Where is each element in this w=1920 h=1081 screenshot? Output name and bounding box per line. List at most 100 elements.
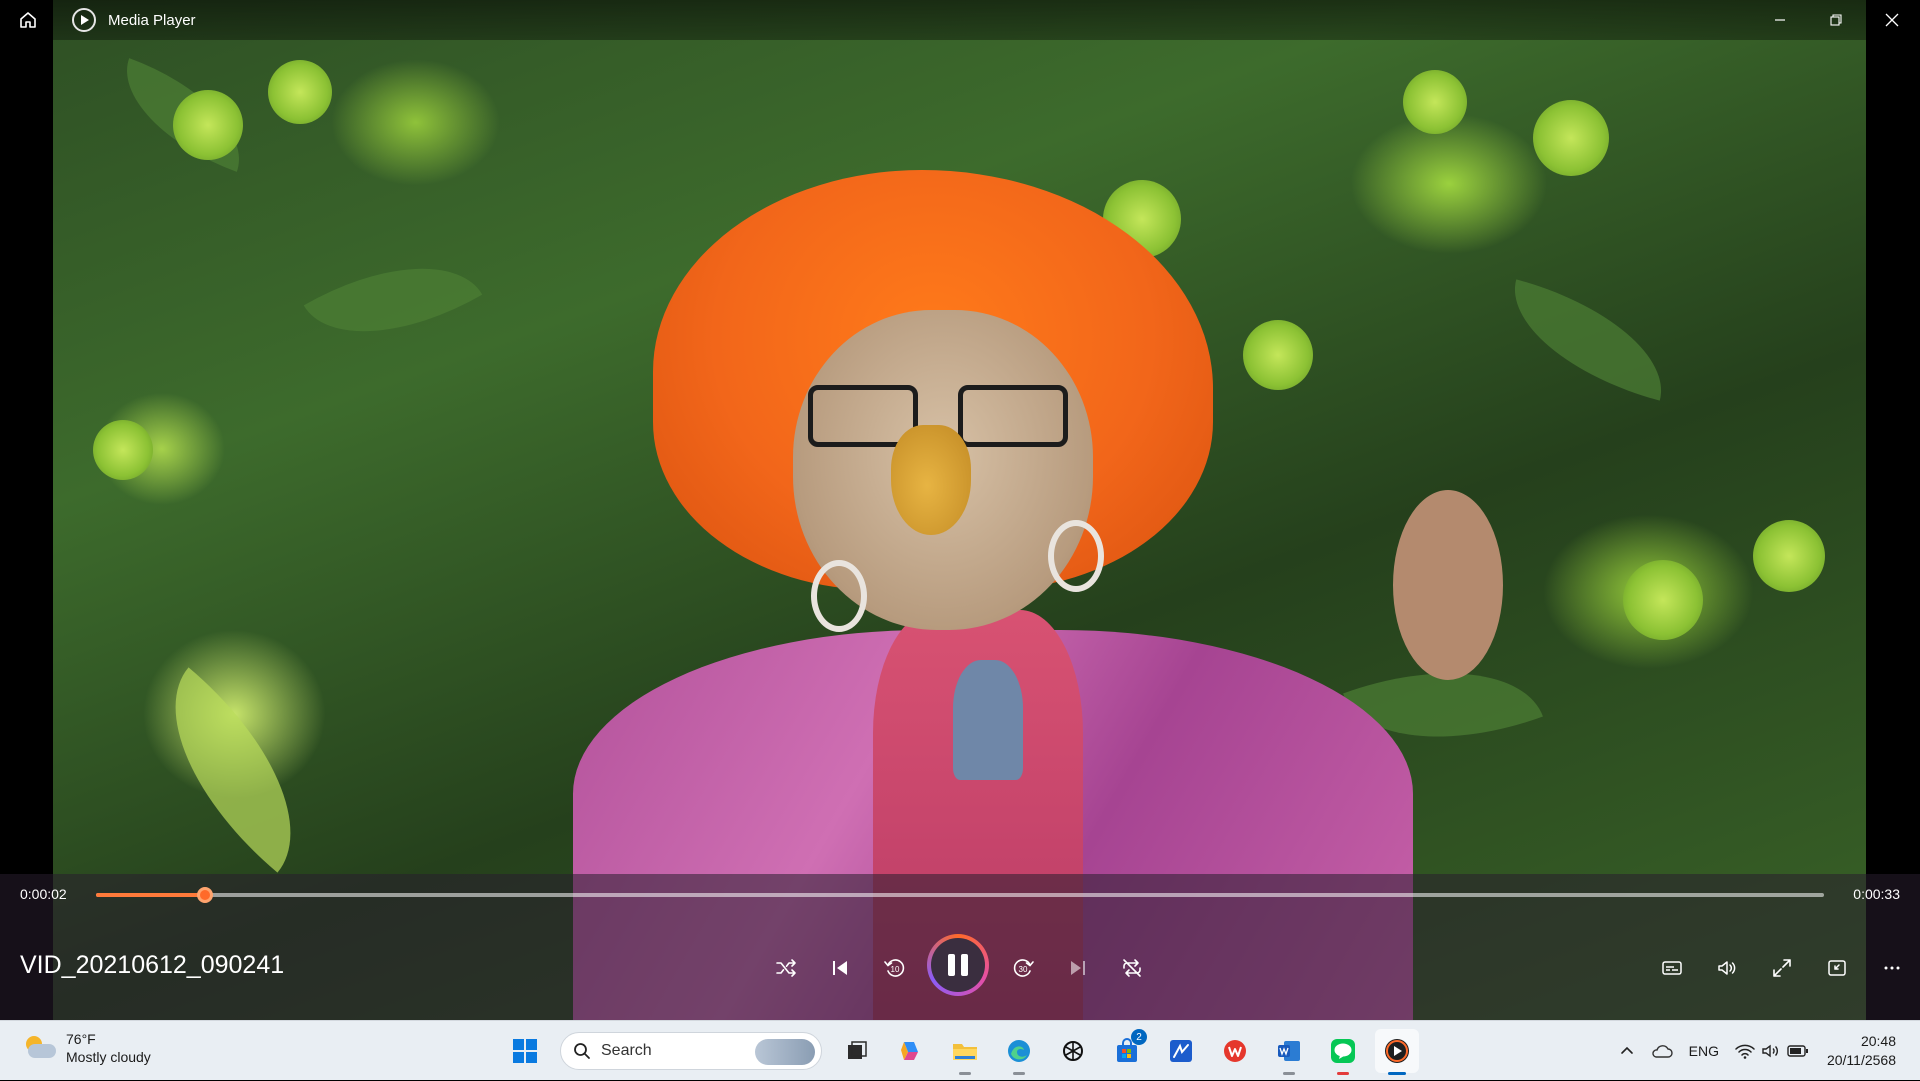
fruit-nose [891,425,971,535]
task-view-icon [848,1041,867,1059]
clock-date: 20/11/2568 [1826,1052,1896,1068]
taskbar-word[interactable] [1267,1029,1311,1075]
volume-button[interactable] [1705,946,1749,990]
earring-right [1048,520,1104,592]
previous-button[interactable] [818,946,862,990]
close-button[interactable] [1864,0,1920,40]
rambutan-fruit [1623,560,1703,640]
rambutan-fruit [268,60,332,124]
fullscreen-button[interactable] [1760,946,1804,990]
weather-temperature: 76°F [66,1031,96,1047]
taskbar-clock[interactable]: 20:48 20/11/2568 [1827,1032,1896,1070]
taskbar-task-view[interactable] [835,1029,879,1073]
total-duration: 0:00:33 [1853,886,1900,902]
captions-icon [1662,961,1682,975]
show-hidden-icons-button[interactable] [1619,1043,1635,1059]
glasses-lens-right [958,385,1068,447]
taskbar-media-player[interactable] [1375,1029,1419,1075]
windows-start-icon [513,1039,537,1063]
home-button[interactable] [0,0,56,40]
earring-left [811,560,867,632]
partly-cloudy-icon [22,1036,56,1060]
taskbar-microsoft-store[interactable]: 2 [1105,1029,1149,1073]
fullscreen-icon [1773,959,1791,977]
line-messenger-icon [1331,1039,1355,1063]
taskbar-search-box[interactable]: Search [560,1032,822,1070]
elapsed-time: 0:00:02 [20,886,67,902]
close-icon [1885,13,1899,27]
minimize-button[interactable] [1752,0,1808,40]
video-frame[interactable] [53,0,1866,1020]
weather-widget[interactable]: 76°F Mostly cloudy [22,1030,151,1066]
onedrive-button[interactable] [1651,1043,1673,1059]
rambutan-fruit [1533,100,1609,176]
seek-bar-progress [96,893,205,897]
speaker-icon [1762,1044,1778,1058]
repeat-off-icon [1123,959,1141,977]
chevron-up-icon [1620,1046,1633,1054]
wifi-icon [1735,1044,1755,1059]
taskbar: 76°F Mostly cloudy Search 2 ENG 20:48 20… [0,1020,1920,1080]
clock-time: 20:48 [1860,1033,1896,1049]
rambutan-fruit [1753,520,1825,592]
folder-icon [953,1044,977,1060]
skip-forward-label: 30 [1019,965,1028,974]
home-icon [20,12,36,28]
pause-button[interactable] [927,934,989,996]
repeat-button[interactable] [1110,946,1154,990]
seek-bar[interactable] [96,887,1824,903]
skip-back-10-icon: 10 [884,959,905,977]
pause-icon [931,938,985,992]
next-button[interactable] [1056,946,1100,990]
taskbar-chatgpt[interactable] [1051,1029,1095,1073]
sketch-app-icon [1170,1040,1192,1062]
captions-button[interactable] [1650,946,1694,990]
taskbar-edge[interactable] [997,1029,1041,1075]
media-title: VID_20210612_090241 [20,951,285,979]
title-bar: Media Player [0,0,1920,40]
copilot-icon [901,1042,918,1060]
battery-icon [1787,1045,1808,1057]
input-language[interactable]: ENG [1689,1043,1719,1059]
start-button[interactable] [503,1029,547,1073]
search-label: Search [601,1042,652,1059]
shuffle-button[interactable] [764,946,808,990]
store-notification-badge: 2 [1131,1029,1147,1045]
shuffle-icon [776,959,796,977]
seek-bar-thumb[interactable] [196,887,213,903]
skip-back-button[interactable]: 10 [872,946,916,990]
more-icon [1884,966,1900,970]
leaf [1495,279,1681,401]
taskbar-copilot[interactable] [889,1029,933,1073]
cloud-icon [1651,1045,1673,1058]
skip-forward-button[interactable]: 30 [1002,946,1046,990]
miniplayer-button[interactable] [1815,946,1859,990]
network-volume-battery-group[interactable] [1735,1043,1809,1059]
wps-office-icon [1224,1040,1246,1062]
restore-button[interactable] [1808,0,1864,40]
taskbar-app-blue[interactable] [1159,1029,1203,1073]
search-highlight-image [755,1039,815,1065]
leaf [303,225,483,375]
system-tray: ENG 20:48 20/11/2568 [1611,1021,1920,1081]
taskbar-wps-office[interactable] [1213,1029,1257,1073]
restore-icon [1830,14,1842,26]
more-options-button[interactable] [1870,946,1914,990]
taskbar-file-explorer[interactable] [943,1029,987,1075]
chatgpt-icon [1063,1041,1083,1061]
minimize-icon [1775,19,1785,21]
window-title: Media Player [108,11,196,29]
media-player-window: Media Player 0:00:02 0:00:33 VID_2021061… [0,0,1920,1020]
weather-condition: Mostly cloudy [66,1049,151,1065]
taskbar-line[interactable] [1321,1029,1365,1075]
media-player-app-icon [72,8,96,32]
rambutan-fruit [93,420,153,480]
edge-browser-icon [1008,1040,1030,1062]
rambutan-fruit [173,90,243,160]
leaf [124,667,342,873]
miniplayer-icon [1828,960,1846,976]
media-player-icon [1385,1039,1409,1063]
next-icon [1071,961,1085,975]
volume-icon [1718,961,1736,975]
skip-forward-30-icon: 30 [1013,959,1034,977]
